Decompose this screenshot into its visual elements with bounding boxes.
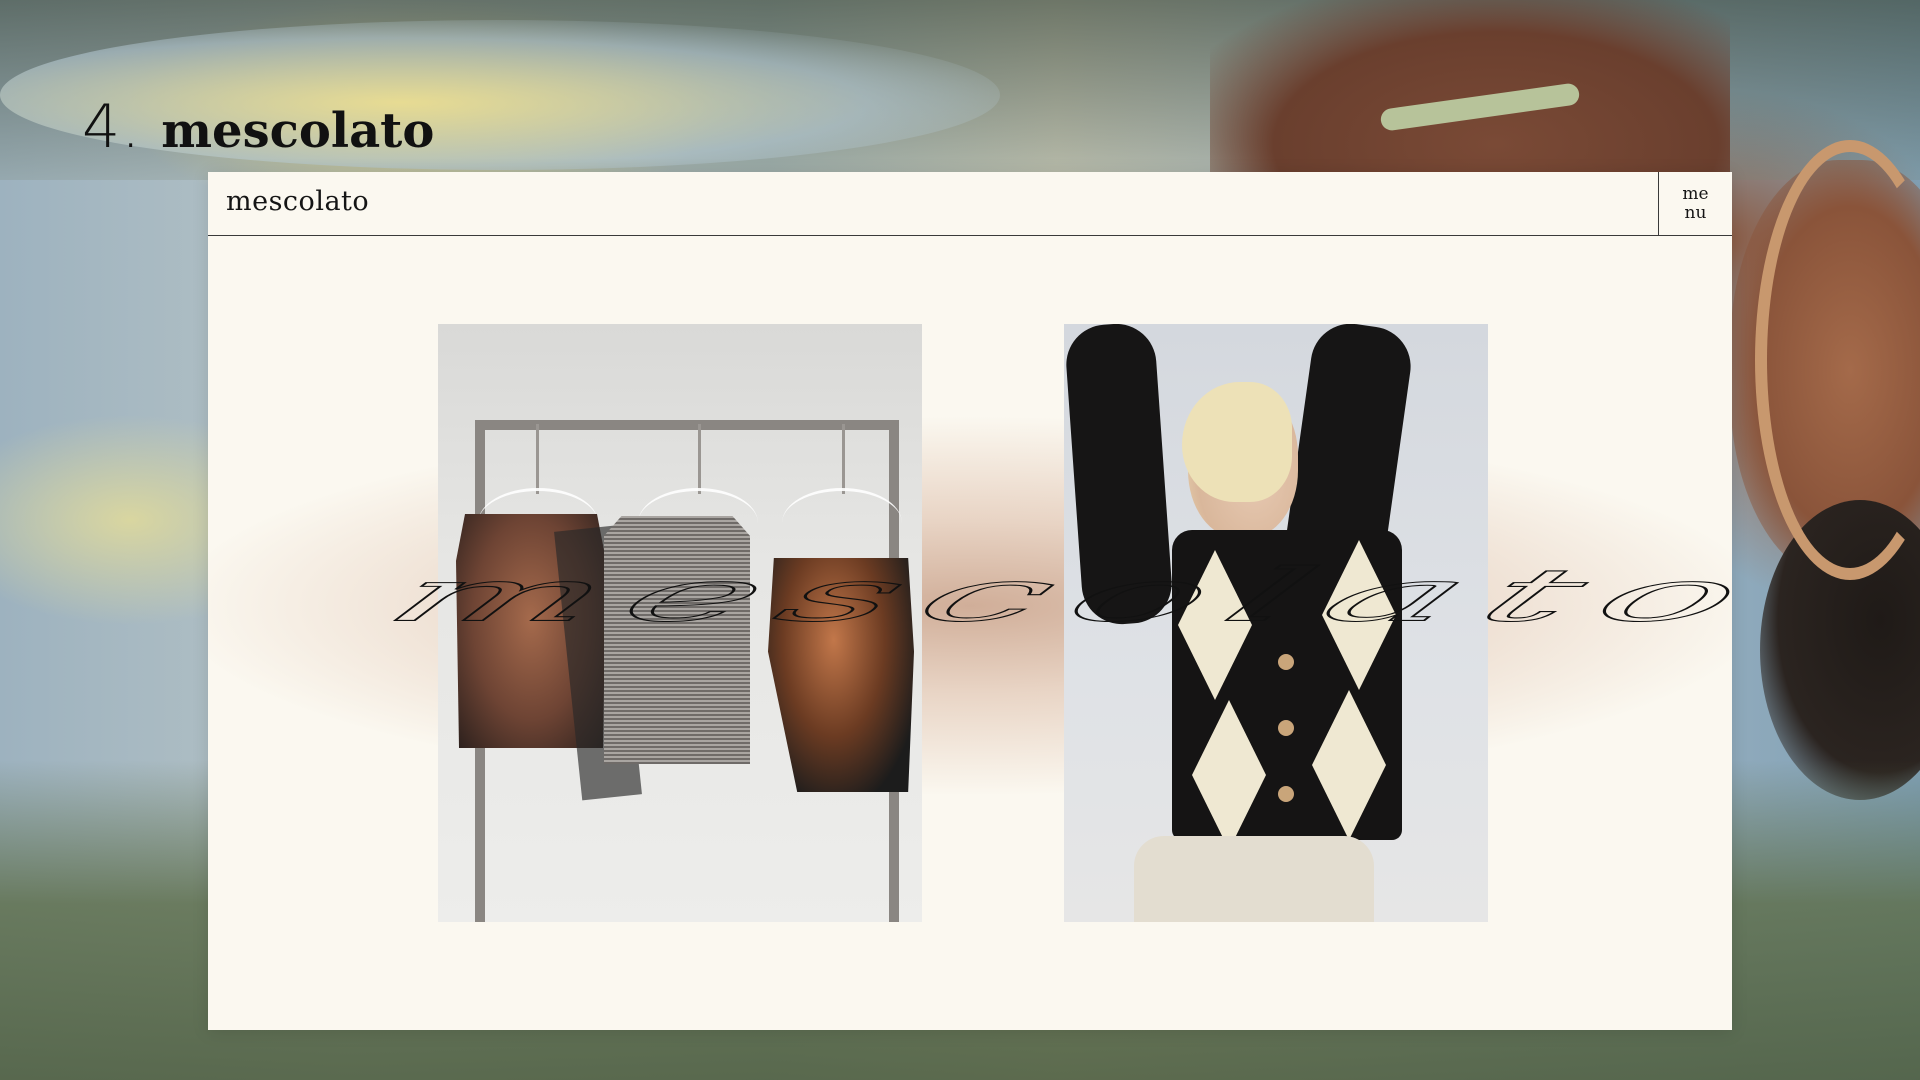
section-title: mescolato [161, 103, 435, 159]
menu-label: menu [1682, 184, 1709, 223]
hero-glow-gradient [208, 396, 1732, 816]
site-hero: mescolato [208, 236, 1732, 1030]
site-logo[interactable]: mescolato [226, 186, 369, 217]
hanger [782, 488, 902, 558]
clothing-rack-photo [438, 324, 922, 922]
argyle-cardigan [1172, 530, 1402, 850]
knit-skirt [1134, 836, 1374, 922]
hanger-hook [698, 424, 701, 494]
background-model-neck [1210, 0, 1730, 180]
printed-camisole [768, 558, 914, 792]
site-header: mescolato menu [208, 172, 1732, 236]
argyle-diamond [1192, 700, 1266, 850]
model-hair [1182, 382, 1292, 502]
site-mockup-window: mescolato menu [208, 172, 1732, 1030]
section-number: 4. [82, 92, 142, 162]
cardigan-button [1278, 786, 1294, 802]
hanger-hook [536, 424, 539, 494]
argyle-diamond [1178, 550, 1252, 700]
cardigan-model-photo [1064, 324, 1488, 922]
cardigan-button [1278, 720, 1294, 736]
mesh-long-sleeve-top [604, 516, 750, 764]
argyle-diamond [1322, 540, 1396, 690]
model-arm-left [1064, 324, 1175, 627]
menu-button[interactable]: menu [1658, 172, 1732, 236]
argyle-diamond [1312, 690, 1386, 840]
cardigan-button [1278, 654, 1294, 670]
hanger-hook [842, 424, 845, 494]
section-heading: 4. mescolato [82, 92, 434, 162]
